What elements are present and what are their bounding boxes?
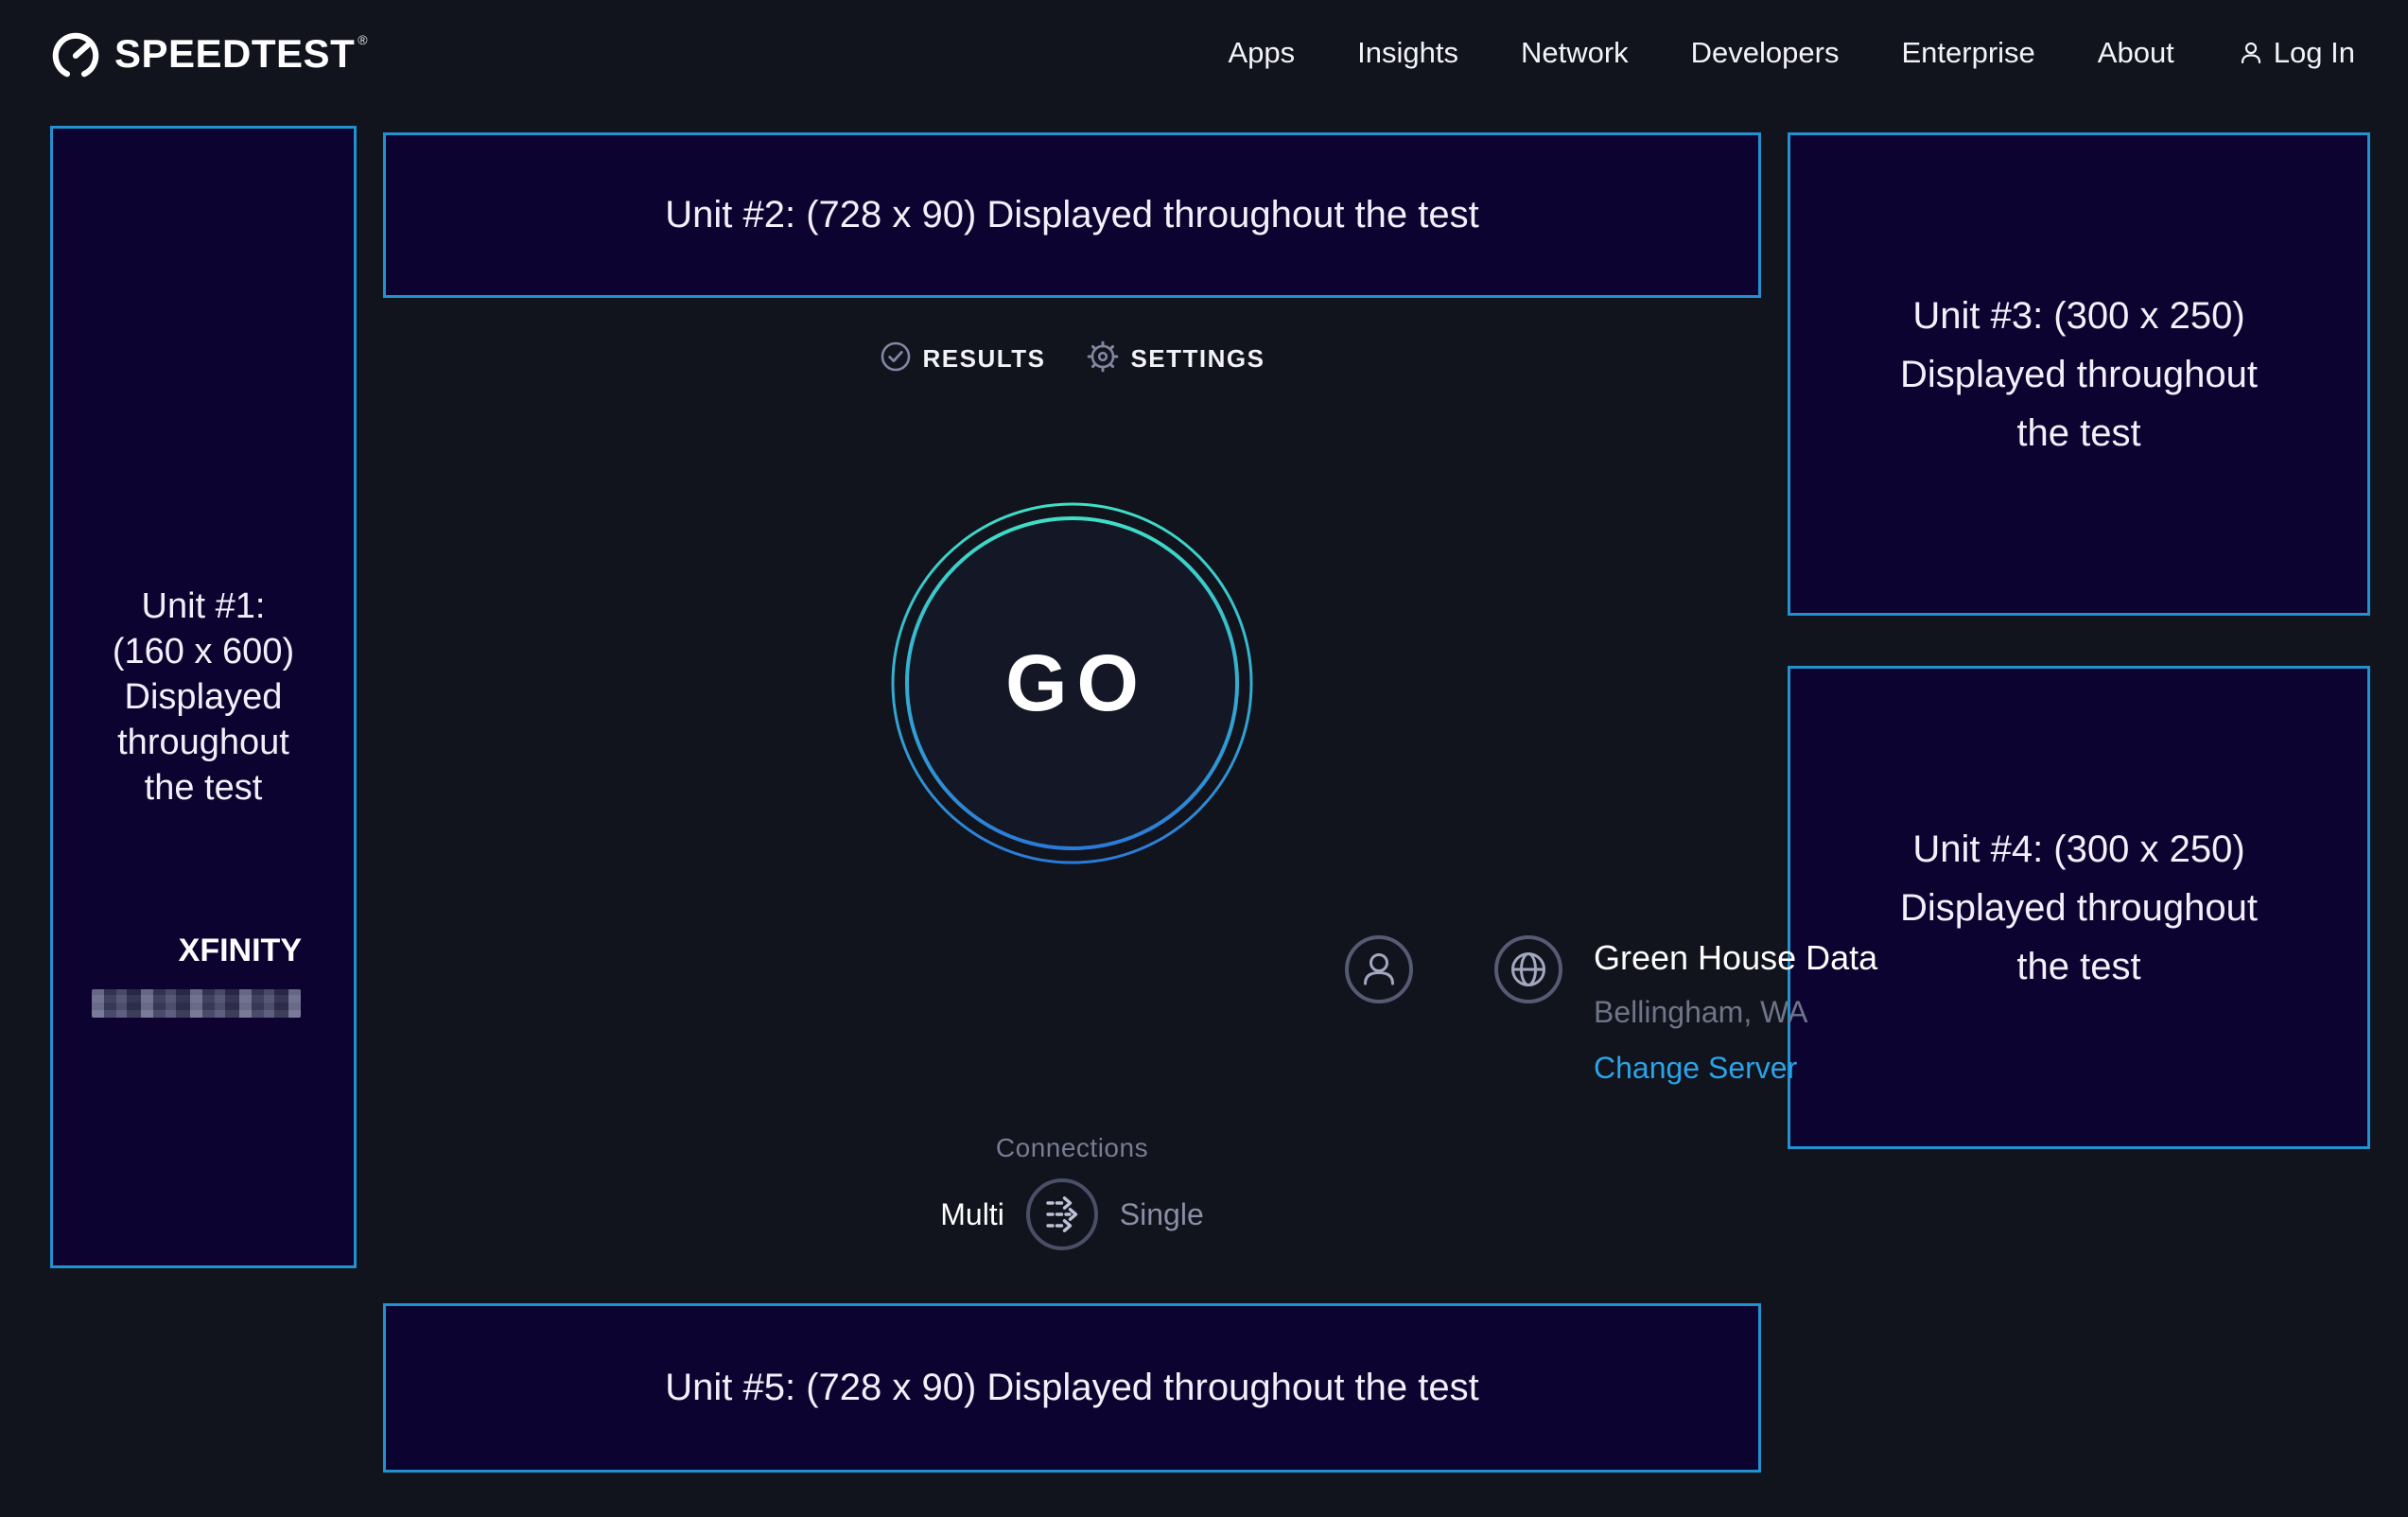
gauge-icon <box>50 28 101 79</box>
ad-unit-1-text: Unit #1: (160 x 600) Displayed throughou… <box>113 584 294 811</box>
speedtest-logo[interactable]: SPEEDTEST ® <box>50 28 368 79</box>
isp-badge[interactable] <box>1343 933 1415 1005</box>
nav-item-insights[interactable]: Insights <box>1357 36 1458 70</box>
brand-trademark: ® <box>358 32 367 47</box>
go-button[interactable]: GO <box>888 499 1256 867</box>
connections-option-multi[interactable]: Multi <box>940 1197 1004 1232</box>
tab-settings-label: SETTINGS <box>1130 344 1265 374</box>
connections-row: Multi Singl <box>383 1177 1761 1251</box>
login-label: Log In <box>2274 36 2355 70</box>
ad-unit-1[interactable]: Unit #1: (160 x 600) Displayed throughou… <box>50 126 357 1268</box>
ad-unit-5-text: Unit #5: (728 x 90) Displayed throughout… <box>665 1367 1479 1409</box>
go-label: GO <box>888 499 1256 867</box>
server-name: Green House Data <box>1594 938 1877 978</box>
server-location: Bellingham, WA <box>1594 995 1877 1030</box>
change-server-link[interactable]: Change Server <box>1594 1051 1797 1086</box>
top-nav: SPEEDTEST ® Apps Insights Network Develo… <box>0 0 2408 106</box>
check-circle-icon <box>880 340 912 377</box>
nav-item-enterprise[interactable]: Enterprise <box>1901 36 2034 70</box>
ad-unit-4-text: Unit #4: (300 x 250) Displayed throughou… <box>1900 820 2258 996</box>
ad-unit-2[interactable]: Unit #2: (728 x 90) Displayed throughout… <box>383 132 1761 298</box>
nav-item-network[interactable]: Network <box>1521 36 1629 70</box>
ad-unit-5[interactable]: Unit #5: (728 x 90) Displayed throughout… <box>383 1303 1761 1473</box>
gear-icon <box>1087 340 1119 377</box>
tab-settings[interactable]: SETTINGS <box>1087 340 1265 377</box>
nav-item-developers[interactable]: Developers <box>1691 36 1840 70</box>
person-icon <box>2237 39 2265 67</box>
connections-toggle[interactable] <box>1025 1177 1099 1251</box>
tab-results-label: RESULTS <box>923 344 1046 374</box>
nav-item-apps[interactable]: Apps <box>1228 36 1295 70</box>
globe-icon <box>1492 993 1564 1009</box>
connections-label: Connections <box>383 1133 1761 1163</box>
ad-unit-2-text: Unit #2: (728 x 90) Displayed throughout… <box>665 194 1479 236</box>
server-badge[interactable] <box>1492 933 1564 1005</box>
tabs-row: RESULTS <box>383 340 1761 377</box>
ad-unit-3-text: Unit #3: (300 x 250) Displayed throughou… <box>1900 287 2258 462</box>
login-button[interactable]: Log In <box>2237 36 2355 70</box>
connections-option-single[interactable]: Single <box>1120 1197 1204 1232</box>
tab-results[interactable]: RESULTS <box>880 340 1046 377</box>
blurred-ip-block <box>92 989 301 1018</box>
nav-menu: Apps Insights Network Developers Enterpr… <box>1228 0 2355 106</box>
speedtest-page: SPEEDTEST ® Apps Insights Network Develo… <box>0 0 2408 1517</box>
nav-item-about[interactable]: About <box>2098 36 2174 70</box>
multi-arrows-icon <box>1025 1239 1099 1255</box>
person-icon <box>1343 993 1415 1009</box>
brand-name: SPEEDTEST <box>114 31 355 77</box>
server-info: Green House Data Bellingham, WA Change S… <box>1594 938 1877 1086</box>
ad-unit-3[interactable]: Unit #3: (300 x 250) Displayed throughou… <box>1788 132 2370 616</box>
isp-name: XFINITY <box>179 933 302 969</box>
